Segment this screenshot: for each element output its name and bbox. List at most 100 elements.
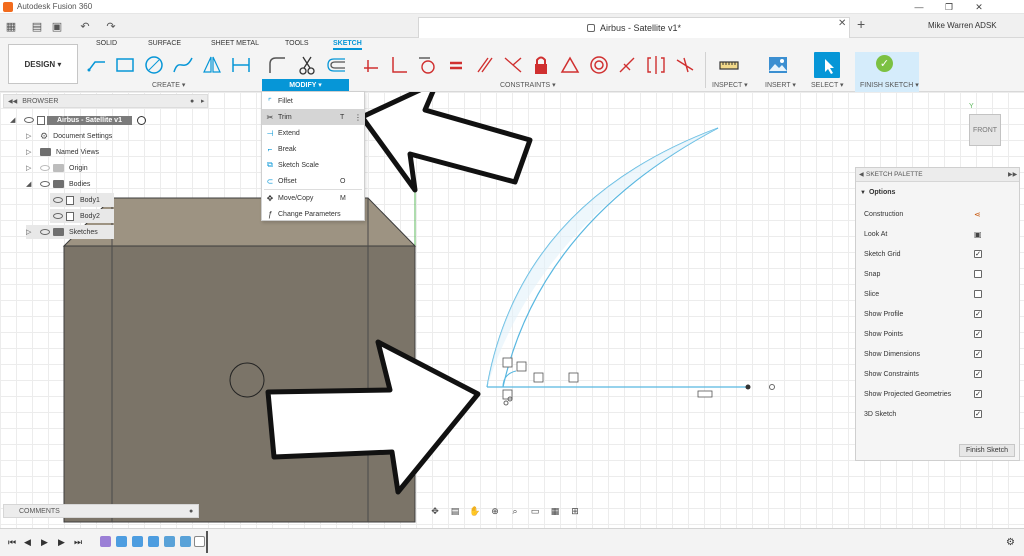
close-tab-icon[interactable]: ✕ — [838, 18, 846, 29]
display-settings-icon[interactable]: ▭ — [525, 506, 545, 517]
dimension-tool-icon[interactable] — [230, 54, 252, 76]
browser-header[interactable]: ◀◀ BROWSER ● ▸ — [3, 94, 208, 108]
timeline-settings-icon[interactable]: ⚙ — [1006, 537, 1015, 548]
line-tool-icon[interactable] — [86, 54, 108, 76]
browser-item-body2[interactable]: Body2 — [50, 209, 114, 223]
timeline-feature-extrude[interactable] — [132, 536, 143, 547]
menu-item-extend[interactable]: ⊣ Extend — [262, 125, 364, 141]
visibility-icon[interactable] — [53, 197, 63, 203]
concentric-constraint-icon[interactable] — [588, 54, 610, 76]
save-icon[interactable]: ▣ — [50, 19, 64, 33]
viewports-icon[interactable]: ⊞ — [565, 506, 585, 517]
show-dimensions-checkbox[interactable]: ✓ — [974, 350, 982, 358]
user-name[interactable]: Mike Warren ADSK — [928, 21, 997, 30]
show-projected-geometries-checkbox[interactable]: ✓ — [974, 390, 982, 398]
circle-tool-icon[interactable] — [143, 54, 165, 76]
fillet-tool-icon[interactable] — [266, 54, 288, 76]
timeline-end-button[interactable]: ⏭ — [74, 537, 82, 548]
menu-item-offset[interactable]: ⊂ Offset O — [262, 173, 364, 189]
timeline-back-button[interactable]: ◀ — [24, 537, 31, 548]
timeline-feature-sketch[interactable] — [100, 536, 111, 547]
comments-pin-icon[interactable]: ● — [189, 508, 193, 515]
redo-icon[interactable]: ↷ — [104, 19, 118, 33]
expand-arrow-icon[interactable]: ▷ — [26, 164, 34, 172]
sketch-palette-header[interactable]: ◀ SKETCH PALETTE ▶▶ — [856, 168, 1019, 182]
constraints-menu[interactable]: CONSTRAINTS ▾ — [500, 81, 556, 89]
sketch-grid-checkbox[interactable]: ✓ — [974, 250, 982, 258]
visibility-icon[interactable] — [53, 213, 63, 219]
look-at-icon[interactable]: ▤ — [445, 506, 465, 517]
pan-icon[interactable]: ✋ — [465, 506, 485, 517]
midpoint-constraint-icon[interactable] — [559, 54, 581, 76]
fix-constraint-icon[interactable] — [530, 54, 552, 76]
minimize-button[interactable]: — — [904, 0, 934, 14]
close-button[interactable]: ✕ — [964, 0, 994, 14]
viewcube[interactable]: FRONT — [969, 114, 1001, 146]
file-menu-icon[interactable]: ▤ — [30, 19, 44, 33]
zoom-icon[interactable]: ⊕ — [485, 506, 505, 517]
coincident-constraint-icon[interactable] — [360, 54, 382, 76]
timeline-feature-move[interactable] — [164, 536, 175, 547]
activate-radio-icon[interactable] — [136, 115, 146, 125]
tab-tools[interactable]: TOOLS — [285, 40, 309, 47]
timeline-feature-extrude[interactable] — [148, 536, 159, 547]
new-tab-button[interactable]: + — [857, 16, 865, 32]
offset-tool-icon[interactable] — [325, 54, 347, 76]
visibility-icon[interactable] — [40, 181, 50, 187]
comments-bar[interactable]: COMMENTS ● — [3, 504, 199, 518]
palette-pin-icon[interactable]: ◀ — [859, 171, 864, 178]
3d-sketch-checkbox[interactable]: ✓ — [974, 410, 982, 418]
tab-sketch[interactable]: SKETCH — [333, 40, 362, 50]
browser-item-origin[interactable]: ▷ Origin — [26, 161, 88, 175]
finish-sketch-button[interactable]: Finish Sketch — [959, 444, 1015, 457]
options-section-header[interactable]: ▼ Options — [860, 189, 895, 196]
menu-item-move-copy[interactable]: ✥ Move/Copy M — [262, 190, 364, 206]
symmetry-constraint-icon[interactable] — [645, 54, 667, 76]
timeline-feature-sketch[interactable] — [194, 536, 205, 547]
tab-solid[interactable]: SOLID — [96, 40, 117, 47]
tab-surface[interactable]: SURFACE — [148, 40, 181, 47]
browser-root[interactable]: ◢ Airbus - Satellite v1 — [10, 113, 146, 127]
modify-menu-button[interactable]: MODIFY ▾ — [262, 79, 349, 91]
grid-settings-icon[interactable]: ▦ — [545, 506, 565, 517]
expand-arrow-icon[interactable]: ▷ — [26, 132, 34, 140]
show-points-checkbox[interactable]: ✓ — [974, 330, 982, 338]
browser-item-body1[interactable]: Body1 — [50, 193, 114, 207]
menu-item-fillet[interactable]: ⌜ Fillet — [262, 93, 364, 109]
tab-sheet-metal[interactable]: SHEET METAL — [211, 40, 259, 47]
visibility-icon[interactable] — [24, 117, 34, 123]
maximize-button[interactable]: ❐ — [934, 0, 964, 14]
more-options-icon[interactable]: ⋮ — [354, 113, 362, 122]
visibility-icon[interactable] — [40, 229, 50, 235]
mirror-tool-icon[interactable] — [201, 54, 223, 76]
insert-image-icon[interactable] — [767, 54, 789, 76]
spline-tool-icon[interactable] — [172, 54, 194, 76]
data-panel-icon[interactable]: ▦ — [4, 19, 18, 33]
select-tool-icon[interactable] — [814, 52, 840, 78]
perpendicular-constraint-icon[interactable] — [388, 54, 410, 76]
fit-icon[interactable]: ⌕ — [505, 506, 525, 517]
slice-checkbox[interactable] — [974, 290, 982, 298]
collapse-arrow-icon[interactable]: ◀◀ — [8, 98, 17, 105]
browser-pin-icon[interactable]: ● — [190, 98, 194, 105]
insert-menu[interactable]: INSERT ▾ — [765, 81, 796, 89]
finish-sketch-menu[interactable]: FINISH SKETCH ▾ — [860, 81, 919, 89]
timeline-start-button[interactable]: ⏮ — [8, 537, 16, 548]
collinear-constraint-icon[interactable] — [502, 54, 524, 76]
show-constraints-checkbox[interactable]: ✓ — [974, 370, 982, 378]
browser-expand-icon[interactable]: ▸ — [201, 97, 205, 105]
show-profile-checkbox[interactable]: ✓ — [974, 310, 982, 318]
snap-checkbox[interactable] — [974, 270, 982, 278]
menu-item-trim[interactable]: ✂ Trim T ⋮ — [262, 109, 364, 125]
workspace-switcher-button[interactable]: DESIGN ▾ — [8, 44, 78, 84]
tangent-constraint-icon[interactable] — [416, 54, 438, 76]
expand-arrow-icon[interactable]: ▷ — [26, 228, 34, 236]
timeline-play-button[interactable]: ▶ — [41, 537, 48, 548]
look-at-icon[interactable]: ▣ — [974, 230, 982, 239]
browser-item-named-views[interactable]: ▷ Named Views — [26, 145, 99, 159]
measure-tool-icon[interactable] — [718, 54, 740, 76]
create-menu[interactable]: CREATE ▾ — [152, 81, 185, 89]
inspect-menu[interactable]: INSPECT ▾ — [712, 81, 748, 89]
document-tab[interactable]: Airbus - Satellite v1* — [418, 17, 850, 38]
browser-item-bodies[interactable]: ◢ Bodies — [26, 177, 90, 191]
